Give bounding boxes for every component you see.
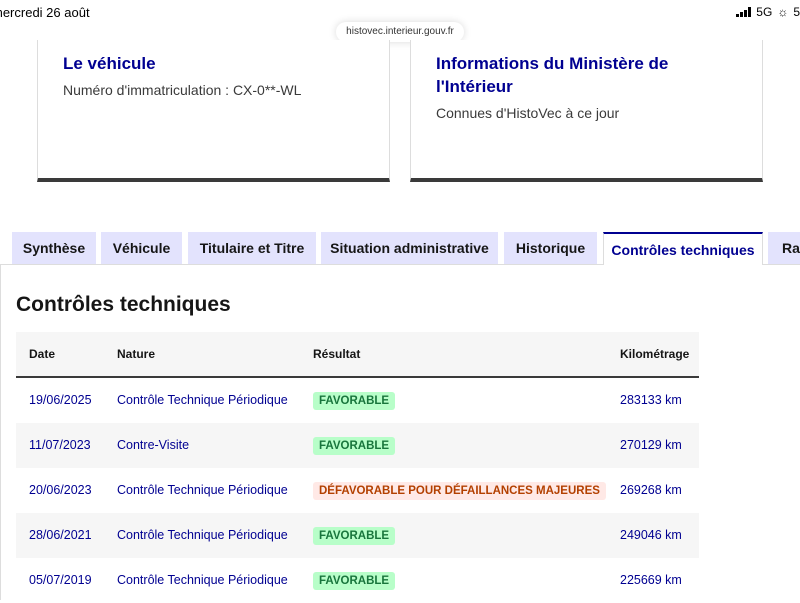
column-header-km[interactable]: Kilométrage bbox=[620, 347, 689, 361]
row-date: 05/07/2019 bbox=[29, 573, 92, 587]
row-nature: Contrôle Technique Périodique bbox=[117, 573, 288, 587]
row-nature: Contrôle Technique Périodique bbox=[117, 393, 288, 407]
result-badge: FAVORABLE bbox=[313, 527, 396, 545]
ministry-card: Informations du Ministère de l'Intérieur… bbox=[410, 40, 763, 182]
tab-historique[interactable]: Historique bbox=[504, 232, 597, 264]
section-title: Contrôles techniques bbox=[16, 293, 231, 316]
tab-list: Synthèse Véhicule Titulaire et Titre Sit… bbox=[0, 232, 800, 265]
url-bar[interactable]: histovec.interieur.gouv.fr bbox=[336, 22, 464, 42]
table-row: 28/06/2021 Contrôle Technique Périodique… bbox=[16, 513, 699, 558]
row-date: 20/06/2023 bbox=[29, 483, 92, 497]
row-km: 225669 km bbox=[620, 573, 682, 587]
table-row: 19/06/2025 Contrôle Technique Périodique… bbox=[16, 378, 699, 423]
tab-vehicule[interactable]: Véhicule bbox=[101, 232, 182, 264]
location-icon: ☼ bbox=[777, 5, 789, 19]
row-km: 270129 km bbox=[620, 438, 682, 452]
column-header-result[interactable]: Résultat bbox=[313, 347, 360, 361]
result-badge: FAVORABLE bbox=[313, 572, 396, 590]
status-extra: 5 bbox=[793, 5, 800, 19]
row-date: 11/07/2023 bbox=[29, 438, 91, 452]
row-date: 28/06/2021 bbox=[29, 528, 92, 542]
signal-icon bbox=[736, 7, 752, 17]
table-row: 11/07/2023 Contre-Visite FAVORABLE 27012… bbox=[16, 423, 699, 468]
result-badge: FAVORABLE bbox=[313, 392, 396, 410]
controls-table: Date Nature Résultat Kilométrage 19/06/2… bbox=[16, 332, 699, 603]
column-header-date[interactable]: Date bbox=[29, 347, 55, 361]
column-header-nature[interactable]: Nature bbox=[117, 347, 155, 361]
tab-titulaire[interactable]: Titulaire et Titre bbox=[188, 232, 316, 264]
row-nature: Contre-Visite bbox=[117, 438, 190, 452]
row-nature: Contrôle Technique Périodique bbox=[117, 528, 288, 542]
row-nature: Contrôle Technique Périodique bbox=[117, 483, 288, 497]
table-row: 20/06/2023 Contrôle Technique Périodique… bbox=[16, 468, 699, 513]
row-km: 283133 km bbox=[620, 393, 682, 407]
vehicle-card-description: Numéro d'immatriculation : CX-0**-WL bbox=[63, 82, 302, 98]
table-header: Date Nature Résultat Kilométrage bbox=[16, 332, 699, 378]
row-km: 249046 km bbox=[620, 528, 682, 542]
table-row: 05/07/2019 Contrôle Technique Périodique… bbox=[16, 558, 699, 603]
ministry-card-description: Connues d'HistoVec à ce jour bbox=[436, 105, 620, 121]
vehicle-card-title: Le véhicule bbox=[63, 54, 156, 73]
result-badge: DÉFAVORABLE POUR DÉFAILLANCES MAJEURES bbox=[313, 482, 606, 500]
network-label: 5G bbox=[756, 5, 773, 19]
result-badge: FAVORABLE bbox=[313, 437, 396, 455]
tab-panel-left-border bbox=[0, 264, 1, 600]
tab-synthese[interactable]: Synthèse bbox=[12, 232, 96, 264]
row-km: 269268 km bbox=[620, 483, 682, 497]
tab-situation[interactable]: Situation administrative bbox=[321, 232, 498, 264]
tab-controles[interactable]: Contrôles techniques bbox=[603, 232, 763, 265]
ministry-card-title: Informations du Ministère de l'Intérieur bbox=[436, 54, 669, 96]
tab-rapport[interactable]: Rap bbox=[768, 232, 800, 264]
status-date: mercredi 26 août bbox=[0, 5, 90, 20]
vehicle-card: Le véhicule Numéro d'immatriculation : C… bbox=[37, 40, 390, 182]
status-indicators: 5G ☼ 5 bbox=[736, 5, 800, 19]
row-date: 19/06/2025 bbox=[29, 393, 92, 407]
